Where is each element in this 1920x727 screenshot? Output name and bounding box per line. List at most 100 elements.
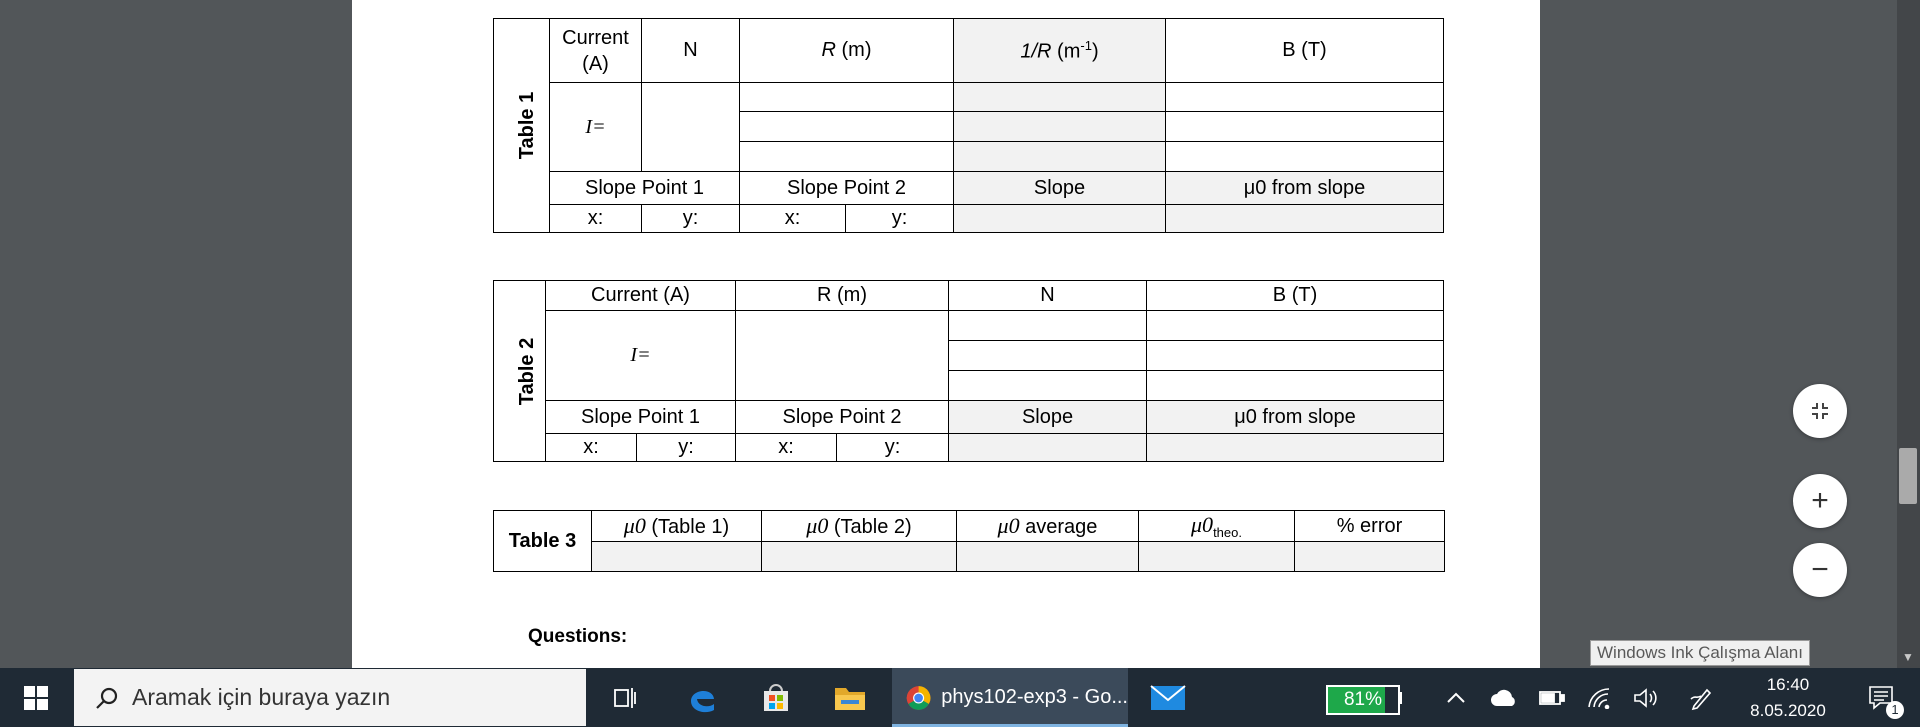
mail-icon	[1150, 684, 1186, 710]
n-input-cell	[641, 82, 740, 172]
collapse-arrows-icon	[1812, 403, 1828, 419]
search-icon	[96, 687, 118, 709]
header-b: B (T)	[1165, 18, 1444, 83]
mu0-from-slope-value	[1146, 433, 1445, 462]
b-cell	[1146, 370, 1445, 401]
taskbar-store[interactable]	[742, 668, 810, 727]
windows-ink-button[interactable]	[1684, 668, 1720, 727]
battery-indicator[interactable]: 81%	[1326, 685, 1400, 715]
n-cell	[948, 340, 1148, 371]
store-icon	[764, 683, 788, 711]
inverse-r-cell	[953, 82, 1166, 112]
power-tray[interactable]	[1534, 668, 1570, 727]
battery-percent: 81%	[1343, 689, 1383, 710]
header-r: R (m)	[739, 18, 954, 83]
header-n: N	[641, 18, 740, 83]
search-placeholder: Aramak için buraya yazın	[132, 684, 391, 710]
windows-logo-icon	[24, 685, 48, 710]
slope-point-2-header: Slope Point 2	[734, 400, 950, 434]
folder-icon	[835, 687, 865, 710]
r-cell	[739, 82, 954, 112]
header-n: N	[948, 280, 1148, 311]
mu0-from-slope-value	[1165, 204, 1444, 233]
inverse-r-cell	[953, 141, 1166, 172]
volume-tray[interactable]	[1628, 668, 1664, 727]
b-cell	[1146, 310, 1445, 341]
n-cell	[948, 310, 1148, 341]
taskbar-clock[interactable]: 16:40 8.05.2020	[1745, 672, 1831, 724]
header-mu0-theoretical: μ0theo.	[1138, 510, 1295, 542]
percent-error-value	[1294, 541, 1445, 572]
header-b: B (T)	[1146, 280, 1445, 311]
mu0-from-slope-header: μ0 from slope	[1165, 171, 1444, 205]
clock-time: 16:40	[1766, 675, 1810, 694]
taskbar-edge[interactable]	[668, 668, 736, 727]
slope-point-2-x: x:	[739, 204, 846, 233]
table-2-label: Table 2	[493, 280, 546, 462]
header-percent-error: % error	[1294, 510, 1445, 542]
b-cell	[1146, 340, 1445, 371]
b-cell	[1165, 141, 1444, 172]
scroll-down-arrow-icon[interactable]: ▼	[1899, 648, 1917, 666]
r-cell	[739, 141, 954, 172]
table-3-label: Table 3	[493, 510, 592, 572]
mu0-table-1-value	[591, 541, 762, 572]
taskbar-chrome-window[interactable]: phys102-exp3 - Go...	[892, 668, 1128, 727]
slope-point-2-y: y:	[835, 433, 950, 462]
zoom-out-button[interactable]: −	[1793, 543, 1847, 597]
mu0-theoretical-value	[1138, 541, 1295, 572]
mu0-table-2-value	[761, 541, 957, 572]
chevron-up-icon	[1447, 692, 1465, 703]
onedrive-tray[interactable]	[1486, 668, 1522, 727]
inverse-r-cell	[953, 111, 1166, 142]
taskbar-mail[interactable]	[1134, 668, 1202, 727]
vertical-scrollbar[interactable]	[1897, 0, 1920, 668]
mu0-average-value	[956, 541, 1139, 572]
r-input-cell	[734, 310, 950, 401]
fit-page-button[interactable]	[1793, 384, 1847, 438]
questions-heading: Questions:	[528, 626, 628, 647]
edge-icon	[691, 690, 714, 712]
taskbar-file-explorer[interactable]	[816, 668, 884, 727]
speaker-icon	[1634, 687, 1657, 708]
show-hidden-icons-button[interactable]	[1440, 668, 1472, 727]
table-2: Table 2 Current (A) R (m) N B (T) I= Slo…	[493, 280, 1445, 462]
notification-badge: 1	[1886, 701, 1904, 719]
battery-cap	[1398, 692, 1402, 704]
b-cell	[1165, 82, 1444, 112]
scrollbar-thumb[interactable]	[1899, 448, 1917, 504]
action-center-button[interactable]: 1	[1852, 668, 1912, 727]
taskbar-search-box[interactable]: Aramak için buraya yazın	[74, 669, 586, 726]
slope-point-2-header: Slope Point 2	[739, 171, 954, 205]
table-1: Table 1 Current (A) N R (m) 1/R (m-1) B …	[493, 18, 1444, 233]
cloud-icon	[1491, 689, 1515, 706]
chrome-window-title: phys102-exp3 - Go...	[941, 686, 1128, 708]
mu0-from-slope-header: μ0 from slope	[1146, 400, 1445, 434]
taskbar: Aramak için buraya yazın phys102-exp3 - …	[0, 668, 1920, 727]
table-1-label: Table 1	[493, 18, 550, 233]
wifi-icon	[1588, 687, 1610, 709]
slope-point-1-header: Slope Point 1	[545, 400, 736, 434]
slope-header: Slope	[953, 171, 1166, 205]
slope-point-1-header: Slope Point 1	[549, 171, 740, 205]
chrome-icon	[906, 685, 931, 710]
slope-point-2-x: x:	[735, 433, 837, 462]
header-current: Current (A)	[545, 280, 736, 311]
network-tray[interactable]	[1582, 668, 1618, 727]
battery-icon	[1539, 690, 1565, 705]
task-view-button[interactable]	[596, 668, 652, 727]
header-mu0-table-2: μ0 (Table 2)	[761, 510, 957, 542]
windows-ink-tooltip: Windows Ink Çalışma Alanı	[1590, 640, 1810, 666]
header-current: Current (A)	[549, 18, 642, 83]
zoom-in-button[interactable]: +	[1793, 474, 1847, 528]
n-cell	[948, 370, 1148, 401]
document-page: Table 1 Current (A) N R (m) 1/R (m-1) B …	[352, 0, 1540, 668]
header-mu0-table-1: μ0 (Table 1)	[591, 510, 762, 542]
slope-point-1-y: y:	[641, 204, 740, 233]
start-button[interactable]	[0, 668, 72, 727]
slope-point-2-y: y:	[845, 204, 954, 233]
slope-header: Slope	[948, 400, 1148, 434]
slope-point-1-x: x:	[545, 433, 637, 462]
header-inverse-r: 1/R (m-1)	[953, 18, 1166, 83]
clock-date: 8.05.2020	[1750, 701, 1826, 720]
